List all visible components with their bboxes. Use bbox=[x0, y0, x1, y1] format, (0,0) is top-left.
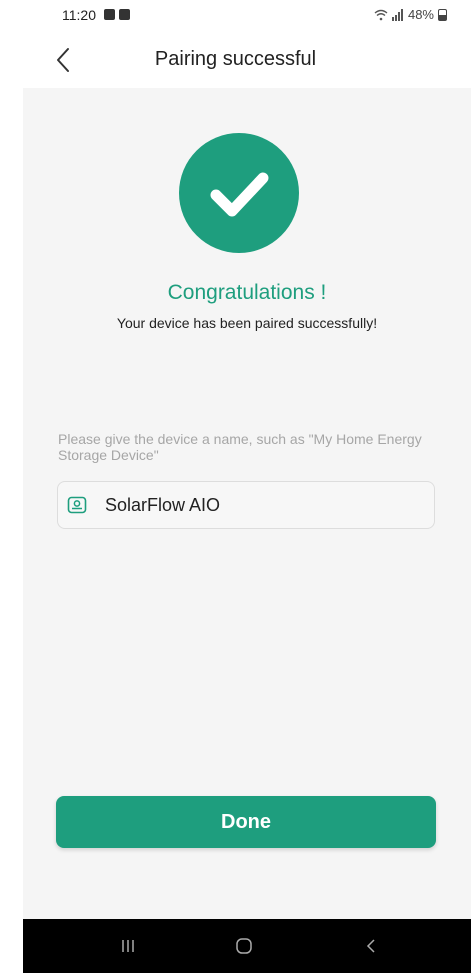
device-icon bbox=[67, 495, 87, 515]
recents-icon bbox=[122, 940, 134, 952]
device-name-field[interactable] bbox=[57, 481, 435, 529]
nav-back-button[interactable] bbox=[357, 932, 385, 960]
battery-percent: 48% bbox=[407, 7, 434, 22]
signal-icon bbox=[391, 8, 403, 21]
system-status: 48% bbox=[374, 7, 447, 22]
wifi-icon bbox=[374, 9, 388, 20]
page-title: Pairing successful bbox=[154, 48, 317, 70]
done-button[interactable]: Done bbox=[56, 796, 436, 848]
system-nav-bar bbox=[23, 919, 471, 973]
home-icon bbox=[236, 938, 252, 954]
home-button[interactable] bbox=[230, 932, 258, 960]
battery-icon bbox=[438, 8, 447, 21]
device-name-hint: Please give the device a name, such as "… bbox=[58, 431, 422, 463]
app-notification-icon bbox=[119, 9, 130, 20]
gallery-notification-icon bbox=[104, 9, 115, 20]
success-badge bbox=[179, 133, 299, 253]
app-header: Pairing successful bbox=[0, 36, 471, 88]
checkmark-icon bbox=[210, 172, 269, 217]
main-content: Congratulations ! Your device has been p… bbox=[23, 88, 471, 919]
success-heading: Congratulations ! bbox=[167, 281, 327, 304]
notification-icons bbox=[104, 9, 130, 20]
device-name-input[interactable] bbox=[103, 493, 407, 517]
recents-button[interactable] bbox=[114, 932, 142, 960]
nav-back-icon bbox=[366, 939, 375, 953]
success-message: Your device has been paired successfully… bbox=[116, 315, 378, 331]
status-bar: 11:20 48% bbox=[0, 0, 471, 36]
status-time: 11:20 bbox=[62, 7, 96, 23]
